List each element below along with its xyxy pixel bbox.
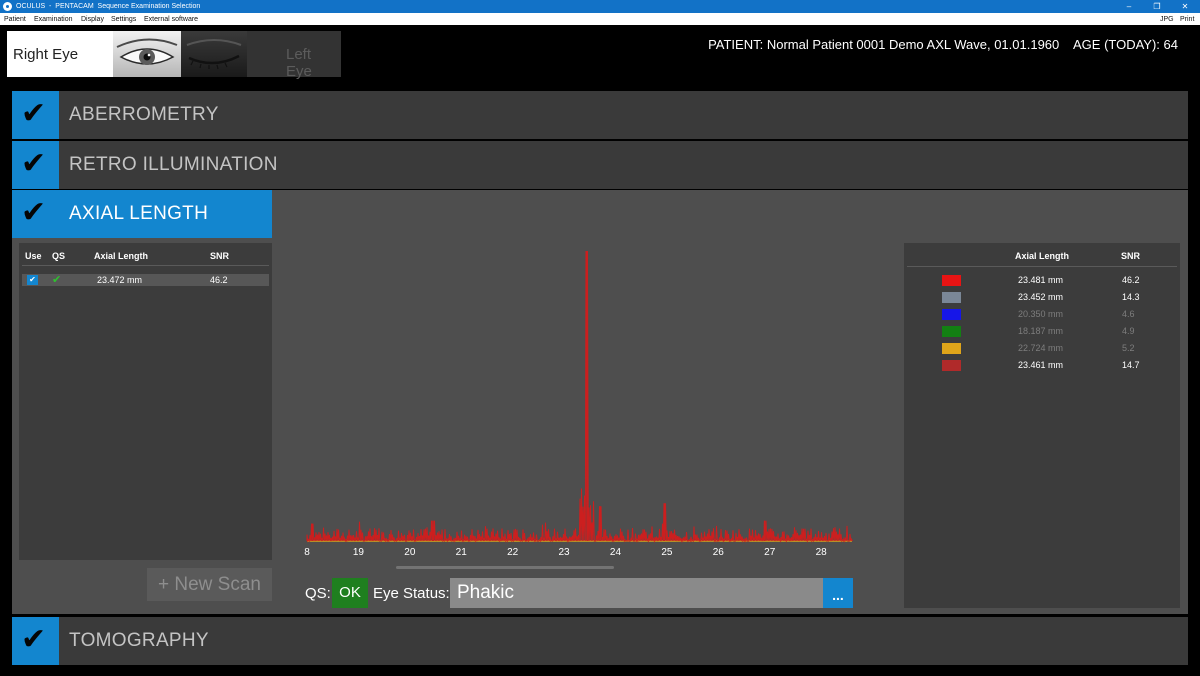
x-tick-label: 22 — [507, 547, 519, 558]
patient-name: PATIENT: Normal Patient 0001 Demo AXL Wa… — [708, 37, 1060, 52]
open-eye-image[interactable] — [113, 31, 181, 77]
x-tick-label: 27 — [764, 547, 776, 558]
peaks-header-axial-length: Axial Length — [1015, 251, 1070, 261]
jpg-button[interactable]: JPG — [1160, 15, 1174, 24]
a-scan-chart: 8 19 20 21 22 23 24 25 26 27 28 — [304, 190, 864, 565]
axial-length-label: AXIAL LENGTH — [69, 203, 209, 224]
left-eye-button[interactable]: Left Eye — [247, 31, 341, 80]
column-header-qs: QS — [52, 251, 66, 261]
peak-color-swatch — [942, 275, 961, 286]
peak-row[interactable]: 23.461 mm 14.7 — [904, 358, 1180, 375]
menu-settings[interactable]: Settings — [111, 15, 136, 24]
column-header-axial-length: Axial Length — [94, 251, 149, 261]
peaks-header-divider — [907, 266, 1177, 267]
peak-color-swatch — [942, 360, 961, 371]
x-tick-label: 26 — [713, 547, 725, 558]
peak-snr: 14.3 — [1122, 292, 1140, 302]
peak-snr: 5.2 — [1122, 343, 1135, 353]
section-tomography[interactable]: ✔ TOMOGRAPHY — [12, 617, 1188, 665]
print-button[interactable]: Print — [1180, 15, 1194, 24]
a-scan-signal-line — [306, 250, 853, 543]
x-tick-label: 8 — [304, 547, 310, 558]
menu-examination[interactable]: Examination — [34, 15, 73, 24]
x-tick-label: 23 — [559, 547, 571, 558]
qs-label: QS: — [305, 585, 331, 602]
peaks-table: Axial Length SNR 23.481 mm 46.2 23.452 mm 1… — [904, 243, 1180, 608]
checkmark-icon: ✔ — [21, 146, 47, 181]
measurement-table: Use QS Axial Length SNR ✔ ✔ 23.472 mm 46… — [19, 243, 272, 560]
header-divider — [22, 265, 269, 266]
peak-snr: 14.7 — [1122, 360, 1140, 370]
x-tick-label: 24 — [610, 547, 622, 558]
peak-row[interactable]: 23.481 mm 46.2 — [904, 273, 1180, 290]
column-header-snr: SNR — [210, 251, 230, 261]
peak-snr: 4.6 — [1122, 309, 1135, 319]
peak-axial-length: 20.350 mm — [1018, 309, 1064, 319]
peak-row[interactable]: 20.350 mm 4.6 — [904, 307, 1180, 324]
peak-color-swatch — [942, 309, 961, 320]
oculus-app-icon — [3, 2, 12, 11]
peak-axial-length: 23.461 mm — [1018, 360, 1064, 370]
pentacam-window: OCULUS - PENTACAM Sequence Examination S… — [0, 0, 1200, 676]
peak-axial-length: 22.724 mm — [1018, 343, 1064, 353]
new-scan-button[interactable]: + New Scan — [147, 568, 272, 601]
title-bar: OCULUS - PENTACAM Sequence Examination S… — [0, 0, 1200, 13]
x-tick-label: 21 — [456, 547, 468, 558]
x-tick-label: 28 — [816, 547, 828, 558]
use-checkbox[interactable]: ✔ — [27, 275, 38, 285]
aberrometry-label: ABERROMETRY — [69, 104, 219, 125]
patient-age: AGE (TODAY): 64 — [1073, 37, 1178, 52]
right-eye-button[interactable]: Right Eye — [7, 31, 113, 77]
patient-info: PATIENT: Normal Patient 0001 Demo AXL Wa… — [708, 37, 1178, 52]
peak-row[interactable]: 18.187 mm 4.9 — [904, 324, 1180, 341]
tomography-label: TOMOGRAPHY — [69, 630, 209, 651]
x-tick-label: 20 — [404, 547, 416, 558]
axial-length-panel: ✔ AXIAL LENGTH Use QS Axial Length SNR ✔… — [12, 190, 1188, 614]
checkmark-icon: ✔ — [21, 96, 47, 131]
aberrometry-check[interactable]: ✔ — [12, 91, 59, 139]
eye-status-field[interactable]: Phakic — [450, 578, 823, 608]
menu-patient[interactable]: Patient — [4, 15, 26, 24]
x-tick-label: 25 — [661, 547, 673, 558]
close-button[interactable]: ✕ — [1172, 0, 1198, 13]
section-axial-length[interactable]: ✔ AXIAL LENGTH — [12, 190, 272, 238]
chart-scrollbar[interactable] — [396, 566, 614, 569]
peak-axial-length: 18.187 mm — [1018, 326, 1064, 336]
qs-ok-badge: OK — [332, 578, 368, 608]
axial-length-value: 23.472 mm — [97, 275, 143, 285]
checkmark-icon: ✔ — [21, 622, 47, 657]
peak-color-swatch — [942, 326, 961, 337]
menu-display[interactable]: Display — [81, 15, 104, 24]
peak-row[interactable]: 22.724 mm 5.2 — [904, 341, 1180, 358]
eye-status-more-button[interactable]: ... — [823, 578, 853, 608]
tomography-check[interactable]: ✔ — [12, 617, 59, 665]
restore-button[interactable]: ❐ — [1144, 0, 1170, 13]
window-title: OCULUS - PENTACAM Sequence Examination S… — [16, 3, 201, 10]
menu-bar: Patient Examination Display Settings Ext… — [0, 13, 1200, 25]
menu-external-software[interactable]: External software — [144, 15, 198, 24]
peak-axial-length: 23.452 mm — [1018, 292, 1064, 302]
peak-row[interactable]: 23.452 mm 14.3 — [904, 290, 1180, 307]
snr-value: 46.2 — [210, 275, 228, 285]
checkmark-icon: ✔ — [21, 195, 47, 230]
axial-length-check[interactable]: ✔ — [12, 190, 59, 238]
column-header-use: Use — [25, 251, 42, 261]
section-aberrometry[interactable]: ✔ ABERROMETRY — [12, 91, 1188, 139]
eye-selector: Right Eye Left Eye — [7, 31, 341, 80]
qs-ok-icon: ✔ — [52, 273, 62, 286]
peak-color-swatch — [942, 343, 961, 354]
peak-color-swatch — [942, 292, 961, 303]
table-row[interactable]: ✔ ✔ 23.472 mm 46.2 — [22, 274, 269, 286]
peak-snr: 4.9 — [1122, 326, 1135, 336]
x-tick-label: 19 — [353, 547, 365, 558]
peaks-header-snr: SNR — [1121, 251, 1141, 261]
closed-eye-image[interactable] — [181, 31, 247, 77]
section-retro-illumination[interactable]: ✔ RETRO ILLUMINATION — [12, 141, 1188, 189]
peak-snr: 46.2 — [1122, 275, 1140, 285]
eye-status-label: Eye Status: — [373, 585, 450, 602]
peak-axial-length: 23.481 mm — [1018, 275, 1064, 285]
retro-illumination-check[interactable]: ✔ — [12, 141, 59, 189]
minimize-button[interactable]: – — [1116, 0, 1142, 13]
retro-illumination-label: RETRO ILLUMINATION — [69, 154, 278, 175]
